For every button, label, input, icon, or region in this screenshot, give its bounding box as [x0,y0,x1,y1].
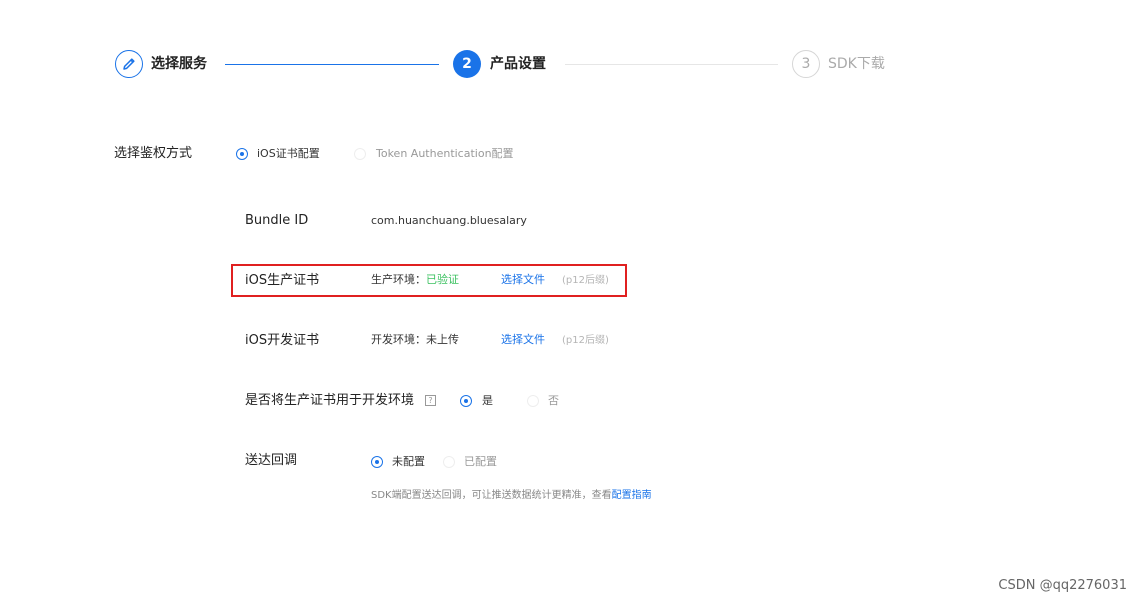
pencil-icon [123,58,135,70]
bundle-id-value: com.huanchuang.bluesalary [371,214,527,227]
use-prod-yes-label[interactable]: 是 [482,394,493,408]
help-icon[interactable]: ? [425,395,436,406]
step-connector-2 [565,64,778,65]
auth-token-radio[interactable] [354,148,366,160]
step3-label: SDK下载 [828,56,885,72]
use-prod-no-radio[interactable] [527,395,539,407]
prod-select-file-link[interactable]: 选择文件 [501,273,545,287]
prod-env-prefix: 生产环境： [371,273,426,286]
callback-configured-radio[interactable] [443,456,455,468]
auth-token-label[interactable]: Token Authentication配置 [376,147,514,161]
callback-note: SDK端配置送达回调，可让推送数据统计更精准，查看配置指南 [371,489,652,503]
dev-cert-label: iOS开发证书 [245,333,320,348]
step1-label: 选择服务 [151,56,207,72]
prod-env-text: 生产环境：已验证 [371,273,459,287]
step2-number: 2 [453,50,481,78]
dev-env-text: 开发环境：未上传 [371,333,459,346]
callback-label: 送达回调 [245,453,298,468]
callback-unconfigured-label[interactable]: 未配置 [392,455,425,469]
prod-cert-label: iOS生产证书 [245,273,320,288]
callback-configured-label[interactable]: 已配置 [464,455,497,469]
auth-ios-cert-radio[interactable] [236,148,248,160]
step2-label: 产品设置 [490,56,546,72]
prod-verified-status: 已验证 [426,273,459,286]
watermark: CSDN @qq2276031 [998,578,1127,593]
auth-ios-cert-label[interactable]: iOS证书配置 [257,147,320,161]
step3-number: 3 [792,50,820,78]
dev-file-hint: (p12后缀) [562,335,609,346]
use-prod-yes-radio[interactable] [460,395,472,407]
step1-done-icon [115,50,143,78]
config-guide-link[interactable]: 配置指南 [612,490,652,501]
step-connector-1 [225,64,439,65]
use-prod-no-label[interactable]: 否 [548,394,559,408]
callback-unconfigured-radio[interactable] [371,456,383,468]
prod-file-hint: (p12后缀) [562,275,609,286]
auth-method-label: 选择鉴权方式 [114,146,193,161]
dev-select-file-link[interactable]: 选择文件 [501,333,545,347]
bundle-id-label: Bundle ID [245,213,309,228]
use-prod-for-dev-label: 是否将生产证书用于开发环境 [245,393,415,408]
callback-note-text: SDK端配置送达回调，可让推送数据统计更精准，查看 [371,490,612,501]
